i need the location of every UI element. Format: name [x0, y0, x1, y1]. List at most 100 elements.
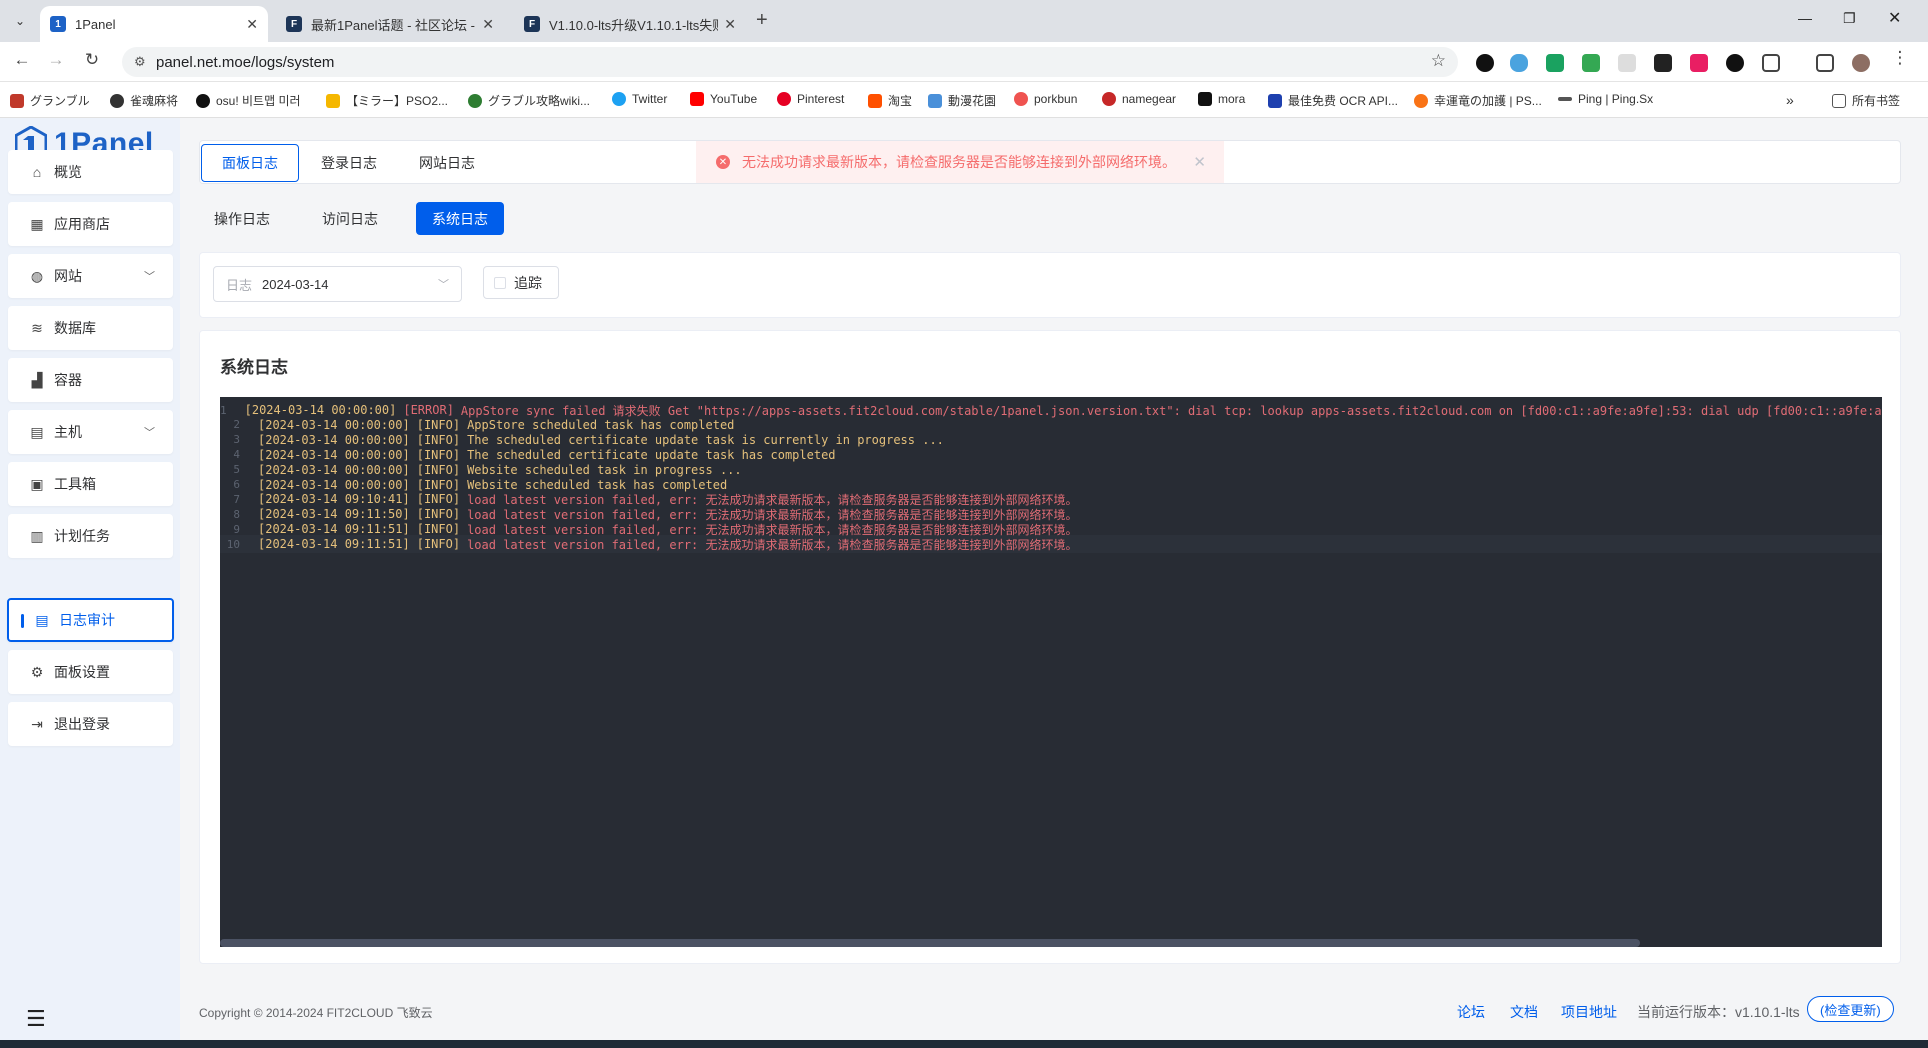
forum-favicon-icon: F	[524, 16, 540, 32]
menu-label: 工具箱	[54, 476, 96, 492]
bookmark-item[interactable]: 雀魂麻将	[110, 92, 178, 109]
url-input[interactable]: ⚙ panel.net.moe/logs/system ☆	[122, 47, 1458, 77]
line-number: 10	[226, 537, 240, 551]
extension-icon[interactable]	[1510, 54, 1528, 72]
bookmark-item[interactable]: porkbun	[1014, 92, 1077, 106]
window-close-icon[interactable]: ✕	[1888, 8, 1901, 28]
twitter-icon	[612, 92, 626, 106]
menu-item-overview[interactable]: ⌂ 概览	[8, 150, 173, 194]
project-link[interactable]: 项目地址	[1561, 1002, 1617, 1022]
menu-label: 容器	[54, 372, 82, 388]
menu-item-toolbox[interactable]: ▣ 工具箱	[8, 462, 173, 506]
checkbox-box[interactable]	[494, 276, 506, 289]
minimize-icon[interactable]: —	[1798, 10, 1812, 26]
docs-link[interactable]: 文档	[1510, 1002, 1538, 1022]
bookmark-star-icon[interactable]: ☆	[1431, 51, 1446, 71]
menu-item-settings[interactable]: ⚙ 面板设置	[8, 650, 173, 694]
subtab-label: 操作日志	[214, 210, 270, 227]
close-tab-icon[interactable]: ✕	[482, 16, 494, 33]
1panel-favicon-icon: 1	[50, 16, 66, 32]
new-tab-icon[interactable]: +	[756, 9, 768, 32]
subtab-operation-log[interactable]: 操作日志	[199, 202, 285, 235]
collapse-menu-icon[interactable]: ☰	[26, 1006, 46, 1032]
extensions-puzzle-icon[interactable]	[1762, 54, 1780, 72]
log-level: [INFO]	[416, 492, 461, 507]
track-checkbox[interactable]: 追踪	[483, 266, 559, 299]
more-bookmarks-icon[interactable]: »	[1786, 92, 1794, 108]
filter-bar: 日志 2024-03-14 ﹀ 追踪	[199, 252, 1901, 318]
extension-icon[interactable]	[1726, 54, 1744, 72]
copyright-text: Copyright © 2014-2024 FIT2CLOUD 飞致云	[199, 1006, 433, 1020]
menu-item-website[interactable]: ◍ 网站 ﹀	[8, 254, 173, 298]
bookmark-label: グランブル	[30, 94, 90, 108]
tab-search-dropdown[interactable]: ⌄	[8, 9, 32, 33]
close-alert-icon[interactable]: ✕	[1193, 153, 1206, 171]
check-update-button[interactable]: (检查更新)	[1807, 996, 1894, 1022]
bookmark-item[interactable]: namegear	[1102, 92, 1176, 106]
bookmark-item[interactable]: Pinterest	[777, 92, 844, 106]
home-icon: ⌂	[32, 164, 42, 180]
subtab-access-log[interactable]: 访问日志	[307, 202, 393, 235]
browser-tab-1panel[interactable]: 1 1Panel ✕	[40, 6, 268, 42]
menu-item-container[interactable]: ▟ 容器	[8, 358, 173, 402]
bookmark-item[interactable]: Ping | Ping.Sx	[1558, 92, 1653, 106]
bookmark-item[interactable]: 幸運竜の加護 | PS...	[1414, 92, 1542, 109]
error-circle-icon: ✕	[716, 155, 730, 169]
profile-avatar[interactable]	[1852, 54, 1870, 72]
menu-item-database[interactable]: ≋ 数据库	[8, 306, 173, 350]
menu-item-app-store[interactable]: ▦ 应用商店	[8, 202, 173, 246]
close-tab-icon[interactable]: ✕	[246, 16, 258, 33]
tab-title: 最新1Panel话题 - 社区论坛 - F	[311, 17, 477, 33]
bookmark-item[interactable]: グラブル攻略wiki...	[468, 92, 590, 109]
subtab-label: 访问日志	[322, 210, 378, 227]
menu-item-log-audit[interactable]: ▤ 日志审计	[7, 598, 174, 642]
side-panel-icon[interactable]	[1816, 54, 1834, 72]
bookmark-item[interactable]: osu! 비트맵 미러	[196, 92, 301, 109]
tab-website-log[interactable]: 网站日志	[398, 144, 496, 182]
bookmark-item[interactable]: グランブル	[10, 92, 90, 109]
log-level: [INFO]	[416, 432, 461, 447]
extension-icon[interactable]	[1618, 54, 1636, 72]
menu-item-cronjob[interactable]: ▥ 计划任务	[8, 514, 173, 558]
extension-icon[interactable]	[1582, 54, 1600, 72]
line-number: 9	[233, 522, 240, 536]
extension-icon[interactable]	[1690, 54, 1708, 72]
forum-link[interactable]: 论坛	[1457, 1002, 1485, 1022]
bookmark-item[interactable]: 淘宝	[868, 92, 912, 109]
bookmark-item[interactable]: YouTube	[690, 92, 757, 106]
log-level: [INFO]	[416, 477, 461, 492]
subtab-system-log[interactable]: 系统日志	[416, 202, 504, 235]
log-date-select[interactable]: 日志 2024-03-14 ﹀	[213, 266, 462, 302]
extension-icon[interactable]	[1654, 54, 1672, 72]
restore-icon[interactable]: ❐	[1843, 10, 1856, 27]
bookmark-item[interactable]: Twitter	[612, 92, 667, 106]
menu-item-logout[interactable]: ⇥ 退出登录	[8, 702, 173, 746]
bookmark-item[interactable]: mora	[1198, 92, 1245, 106]
bookmark-item[interactable]: 最佳免费 OCR API...	[1268, 92, 1398, 109]
menu-item-host[interactable]: ▤ 主机 ﹀	[8, 410, 173, 454]
log-viewer[interactable]: 10 [2024-03-14 09:11:51] [INFO] load latest…	[220, 397, 1882, 947]
error-alert: ✕ 无法成功请求最新版本，请检查服务器是否能够连接到外部网络环境。 ✕	[696, 141, 1224, 183]
tab-panel-log[interactable]: 面板日志	[201, 144, 299, 182]
bookmark-item[interactable]: 【ミラー】PSO2...	[326, 92, 448, 109]
bookmark-favicon-icon	[1102, 92, 1116, 106]
menu-label: 退出登录	[54, 716, 110, 732]
extension-icon[interactable]	[1546, 54, 1564, 72]
tab-title: V1.10.0-lts升级V1.10.1-lts失败	[549, 17, 719, 33]
bookmark-item[interactable]: 動漫花園	[928, 92, 996, 109]
subtab-label: 系统日志	[432, 210, 488, 227]
bookmark-favicon-icon	[1014, 92, 1028, 106]
browser-tab-forum[interactable]: F 最新1Panel话题 - 社区论坛 - F ✕	[276, 6, 504, 42]
close-tab-icon[interactable]: ✕	[724, 16, 736, 33]
extension-icon[interactable]	[1476, 54, 1494, 72]
tab-login-log[interactable]: 登录日志	[300, 144, 398, 182]
log-message: The scheduled certificate update task is…	[467, 432, 944, 447]
back-icon[interactable]: ←	[10, 50, 34, 70]
forward-icon[interactable]: →	[44, 50, 68, 70]
browser-tab-upgrade[interactable]: F V1.10.0-lts升级V1.10.1-lts失败 ✕	[514, 6, 746, 42]
all-bookmarks-folder[interactable]: 所有书签	[1832, 92, 1900, 109]
browser-menu-icon[interactable]: ⋮	[1888, 48, 1912, 68]
horizontal-scrollbar[interactable]	[220, 939, 1640, 947]
site-info-icon[interactable]: ⚙	[134, 54, 146, 70]
reload-icon[interactable]: ↻	[80, 50, 104, 70]
